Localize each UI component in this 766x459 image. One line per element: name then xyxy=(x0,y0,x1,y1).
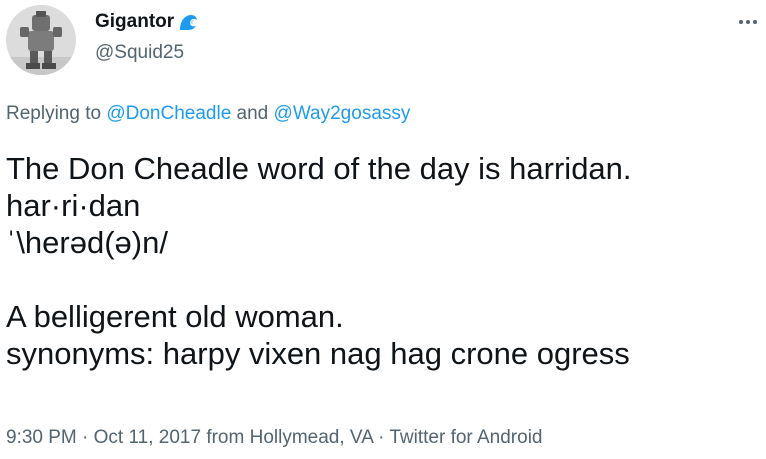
display-name[interactable]: Gigantor xyxy=(95,11,174,33)
meta-separator: · xyxy=(76,427,94,448)
tweet-line: The Don Cheadle word of the day is harri… xyxy=(6,151,632,186)
tweet-line: ˈ\herəd(ə)n/ xyxy=(6,225,168,260)
replying-to: Replying to @DonCheadle and @Way2gosassy xyxy=(6,103,410,125)
tweet-time[interactable]: 9:30 PM xyxy=(6,427,77,448)
more-options-icon[interactable] xyxy=(736,10,760,34)
tweet-body: The Don Cheadle word of the day is harri… xyxy=(6,150,632,372)
tweet-line: har·ri·dan xyxy=(6,188,141,223)
replying-prefix: Replying to xyxy=(6,103,107,124)
tweet-date[interactable]: Oct 11, 2017 xyxy=(94,427,201,448)
author-name-row[interactable]: Gigantor xyxy=(95,11,199,33)
meta-separator: · xyxy=(372,427,390,448)
mention-way2gosassy[interactable]: @Way2gosassy xyxy=(274,103,411,124)
robot-avatar-image xyxy=(6,5,76,75)
mention-doncheadle[interactable]: @DonCheadle xyxy=(106,103,231,124)
water-wave-icon xyxy=(177,11,199,33)
tweet-line: synonyms: harpy vixen nag hag crone ogre… xyxy=(6,336,630,371)
meta-from: from xyxy=(201,427,250,448)
tweet-location[interactable]: Hollymead, VA xyxy=(250,427,373,448)
tweet-line: A belligerent old woman. xyxy=(6,299,344,334)
tweet-meta: 9:30 PM · Oct 11, 2017 from Hollymead, V… xyxy=(6,427,542,449)
author-handle[interactable]: @Squid25 xyxy=(95,42,184,64)
replying-connector: and xyxy=(231,103,274,124)
tweet-source[interactable]: Twitter for Android xyxy=(389,427,542,448)
avatar[interactable] xyxy=(6,5,76,75)
